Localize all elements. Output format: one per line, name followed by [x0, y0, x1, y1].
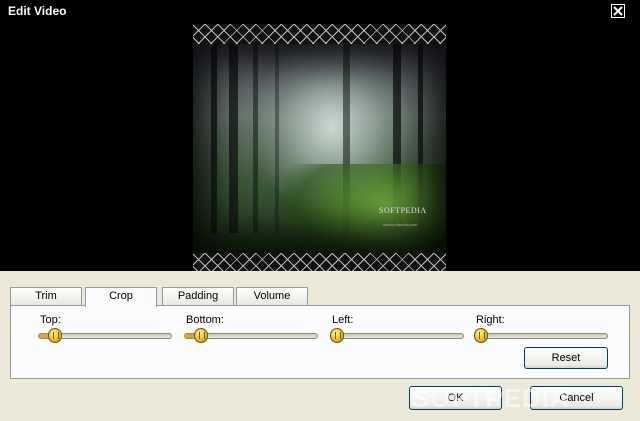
tab-label: Crop: [109, 290, 133, 302]
tab-label: Padding: [177, 290, 219, 302]
tab-padding[interactable]: Padding: [162, 287, 234, 305]
top-slider-label: Top:: [40, 314, 61, 326]
left-slider-thumb[interactable]: [330, 328, 344, 343]
right-slider-label: Right:: [476, 314, 505, 326]
crop-region-bottom: [193, 253, 446, 273]
video-frame: SOFTPEDIA www.softpedia.com: [193, 24, 446, 273]
window-title: Edit Video: [8, 4, 67, 18]
crop-region-top: [193, 24, 446, 44]
reset-button[interactable]: Reset: [524, 347, 608, 369]
bottom-slider-thumb[interactable]: [194, 328, 208, 343]
tab-label: Volume: [253, 290, 291, 302]
right-slider-track[interactable]: [474, 333, 608, 339]
left-slider-track[interactable]: [330, 333, 464, 339]
left-slider-label: Left:: [332, 314, 354, 326]
preview-overlay-text: SOFTPEDIA: [379, 206, 427, 215]
edit-panel: Trim Crop Padding Volume Top: Bottom: Le…: [0, 271, 640, 421]
close-icon: [613, 6, 623, 16]
tab-label: Trim: [35, 290, 57, 302]
video-preview-image: SOFTPEDIA www.softpedia.com: [193, 44, 446, 253]
tab-volume[interactable]: Volume: [236, 287, 308, 305]
tab-trim[interactable]: Trim: [10, 287, 82, 305]
top-slider-thumb[interactable]: [48, 328, 62, 343]
right-slider-thumb[interactable]: [474, 328, 488, 343]
title-bar: Edit Video: [0, 0, 640, 22]
preview-overlay-url: www.softpedia.com: [383, 222, 418, 227]
ok-button[interactable]: OK: [409, 386, 502, 410]
close-button[interactable]: [611, 4, 625, 18]
video-preview-area: SOFTPEDIA www.softpedia.com: [0, 22, 640, 273]
edit-video-window: Edit Video SOFTPEDIA www.softpedia.com T…: [0, 0, 640, 421]
tab-crop[interactable]: Crop: [85, 287, 157, 307]
bottom-slider-label: Bottom:: [186, 314, 224, 326]
cancel-button[interactable]: Cancel: [530, 386, 623, 410]
